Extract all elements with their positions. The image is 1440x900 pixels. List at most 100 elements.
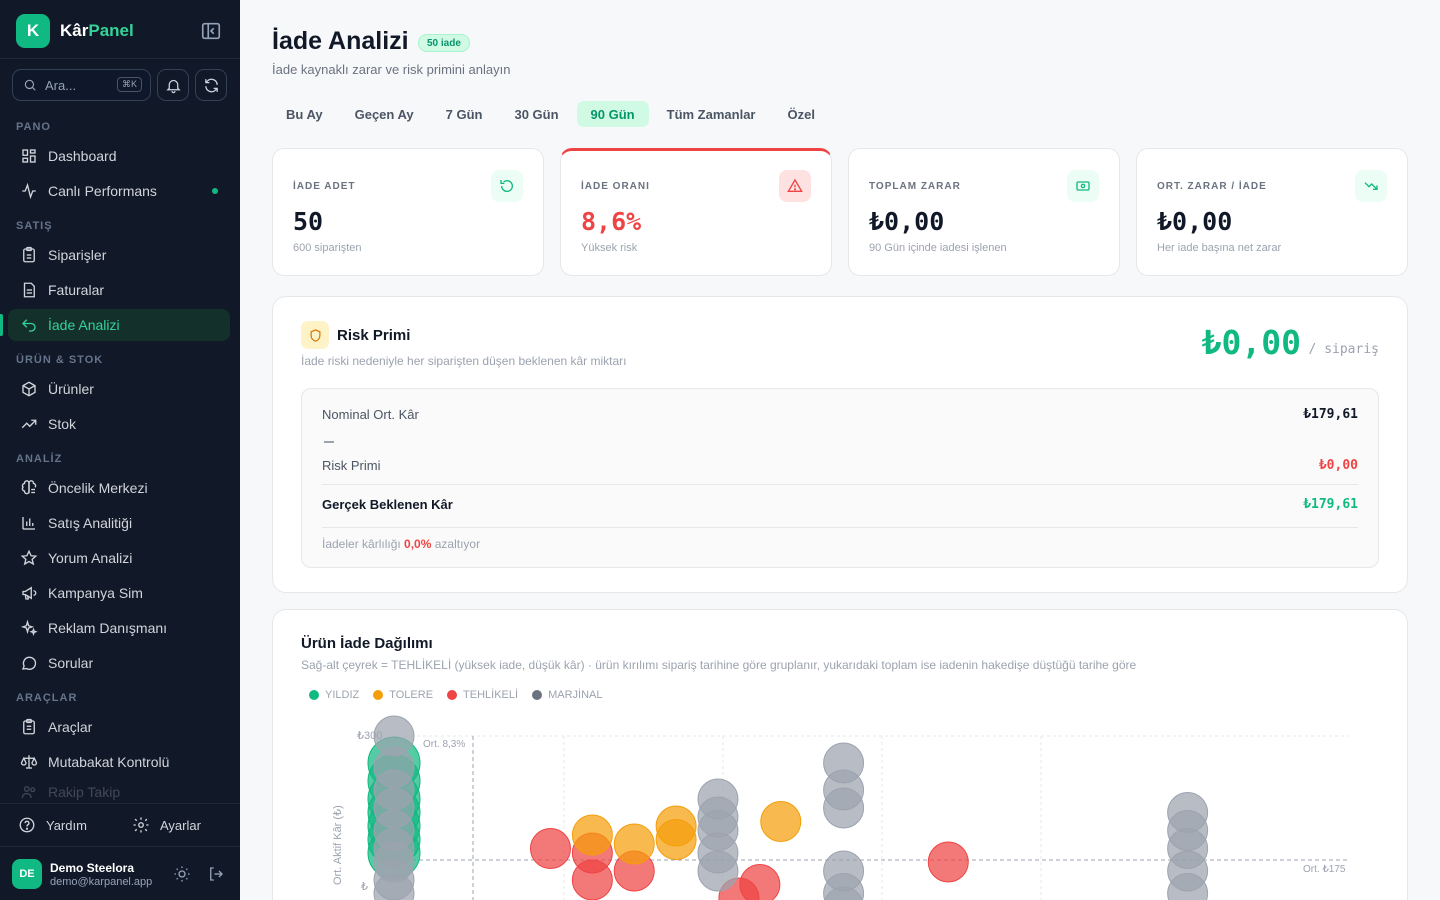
- kpi-subtext: Yüksek risk: [581, 242, 638, 254]
- tab-90-gun[interactable]: 90 Gün: [576, 101, 649, 127]
- brand-name-main: Kâr: [60, 21, 89, 40]
- tab-ozel[interactable]: Özel: [773, 101, 828, 127]
- sidebar-item-yorum-analizi[interactable]: Yorum Analizi: [8, 542, 230, 574]
- scale-icon: [20, 755, 38, 769]
- search-input[interactable]: Ara... ⌘K: [12, 69, 151, 101]
- note-value: 0,0%: [404, 537, 432, 551]
- risk-subtitle: İade riski nedeniyle her siparişten düşe…: [301, 354, 627, 368]
- ref-line-y-label: Ort. ₺175: [1303, 864, 1346, 875]
- search-icon: [24, 79, 36, 91]
- tab-7-gun[interactable]: 7 Gün: [432, 101, 497, 127]
- scatter-point[interactable]: [655, 819, 697, 860]
- note-suffix: azaltıyor: [434, 537, 481, 551]
- breakdown-divider: [322, 484, 1358, 485]
- shield-icon: [301, 321, 329, 349]
- kpi-subtext: 90 Gün içinde iadesi işlenen: [869, 242, 1007, 254]
- sidebar-item-label: Öncelik Merkezi: [48, 480, 148, 496]
- brand-name: KârPanel: [60, 21, 134, 41]
- sidebar-item-araclar[interactable]: Araçlar: [8, 711, 230, 743]
- refresh-button[interactable]: [195, 69, 227, 101]
- sidebar-item-label: Reklam Danışmanı: [48, 620, 168, 636]
- kpi-subtext: 600 siparişten: [293, 242, 362, 254]
- kpi-subtext: Her iade başına net zarar: [1157, 242, 1282, 254]
- return-distribution-card: Ürün İade Dağılımı Sağ-alt çeyrek = TEHL…: [272, 609, 1408, 900]
- user-profile: DE Demo Steelora demo@karpanel.app: [0, 846, 240, 900]
- section-label-araclar: ARAÇLAR: [16, 692, 78, 704]
- breakdown-value: ₺179,61: [1303, 407, 1358, 422]
- scatter-point[interactable]: [529, 828, 571, 869]
- help-circle-icon: [19, 817, 35, 833]
- scatter-point[interactable]: [571, 814, 613, 856]
- sidebar-item-label: Siparişler: [48, 247, 107, 263]
- section-label-pano: PANO: [16, 121, 51, 133]
- note-prefix: İadeler kârlılığı: [322, 537, 401, 551]
- megaphone-icon: [22, 586, 37, 600]
- sidebar-item-iade-analizi[interactable]: İade Analizi: [8, 309, 230, 341]
- user-name: Demo Steelora: [50, 861, 135, 875]
- sidebar-item-faturalar[interactable]: Faturalar: [8, 274, 230, 306]
- tab-30-gun[interactable]: 30 Gün: [500, 101, 572, 127]
- ref-line-x-label: Ort. 8,3%: [423, 739, 465, 750]
- sidebar-item-kampanya-sim[interactable]: Kampanya Sim: [8, 577, 230, 609]
- brand-name-accent: Panel: [88, 21, 134, 40]
- sidebar-item-oncelik-merkezi[interactable]: Öncelik Merkezi: [8, 472, 230, 504]
- scatter-point[interactable]: [613, 823, 655, 865]
- kpi-card-iade-orani: İADE ORANI 8,6% Yüksek risk: [560, 148, 832, 276]
- breakdown-value: ₺0,00: [1318, 458, 1358, 473]
- message-circle-icon: [21, 656, 37, 670]
- breakdown-divider: [322, 527, 1358, 528]
- sidebar-item-reklam-danismani[interactable]: Reklam Danışmanı: [8, 612, 230, 644]
- help-link[interactable]: Yardım: [18, 816, 87, 834]
- sidebar-item-stok[interactable]: Stok: [8, 408, 230, 440]
- sidebar-item-urunler[interactable]: Ürünler: [8, 373, 230, 405]
- sidebar: K KârPanel Ara... ⌘K PANO Dashboard Canl…: [0, 0, 240, 900]
- live-status-dot: [212, 188, 218, 194]
- tab-tum-zamanlar[interactable]: Tüm Zamanlar: [653, 101, 770, 127]
- breakdown-row-expected: Gerçek Beklenen Kâr ₺179,61: [322, 497, 1358, 512]
- sidebar-item-siparisler[interactable]: Siparişler: [8, 239, 230, 271]
- settings-label: Ayarlar: [160, 817, 201, 833]
- sidebar-item-canli-performans[interactable]: Canlı Performans: [8, 175, 230, 207]
- scatter-point[interactable]: [739, 864, 781, 900]
- kpi-card-ort-zarar: ORT. ZARAR / İADE ₺0,00 Her iade başına …: [1136, 148, 1408, 276]
- logout-icon[interactable]: [207, 865, 225, 883]
- package-icon: [22, 381, 36, 397]
- notifications-button[interactable]: [157, 69, 189, 101]
- sidebar-collapse-icon[interactable]: [200, 20, 222, 42]
- sidebar-divider: [0, 58, 240, 59]
- grid-icon: [22, 149, 36, 163]
- tab-bu-ay[interactable]: Bu Ay: [272, 101, 337, 127]
- undo-icon: [22, 319, 36, 332]
- scatter-point[interactable]: [823, 787, 865, 829]
- scatter-chart: ₺300 ₺ Ort. Aktif Kâr (₺) Ort. 8,3% Ort.…: [332, 715, 1349, 900]
- risk-premium-unit: / sipariş: [1308, 342, 1379, 357]
- scatter-point[interactable]: [927, 841, 969, 883]
- sidebar-item-sorular[interactable]: Sorular: [8, 647, 230, 679]
- settings-link[interactable]: Ayarlar: [132, 816, 201, 834]
- sidebar-item-label: Canlı Performans: [48, 183, 157, 199]
- scatter-point[interactable]: [760, 801, 802, 842]
- breakdown-row-risk: Risk Primi ₺0,00: [322, 458, 1358, 473]
- scatter-point[interactable]: [697, 850, 739, 892]
- sun-icon[interactable]: [173, 865, 191, 883]
- help-label: Yardım: [46, 817, 87, 833]
- section-label-analiz: ANALİZ: [16, 453, 63, 465]
- scatter-point[interactable]: [571, 859, 613, 900]
- avatar[interactable]: DE: [12, 859, 42, 889]
- sidebar-item-label: Faturalar: [48, 282, 105, 298]
- sidebar-item-satis-analitigi[interactable]: Satış Analitiği: [8, 507, 230, 539]
- brand[interactable]: K KârPanel: [16, 14, 134, 48]
- sidebar-item-label: Yorum Analizi: [48, 550, 133, 566]
- tab-gecen-ay[interactable]: Geçen Ay: [341, 101, 428, 127]
- sidebar-item-label: Rakip Takip: [48, 784, 121, 800]
- sidebar-item-rakip-takip[interactable]: Rakip Takip: [8, 781, 230, 803]
- sidebar-item-dashboard[interactable]: Dashboard: [8, 140, 230, 172]
- sidebar-item-label: Araçlar: [48, 719, 93, 735]
- sparkles-icon: [20, 619, 38, 636]
- minus-sign: [324, 441, 334, 443]
- sidebar-item-label: Satış Analitiği: [48, 515, 133, 531]
- section-label-urun-stok: ÜRÜN & STOK: [16, 354, 104, 366]
- bell-icon: [165, 79, 181, 93]
- breakdown-label: Gerçek Beklenen Kâr: [322, 497, 453, 512]
- sidebar-item-mutabakat-kontrolu[interactable]: Mutabakat Kontrolü: [8, 746, 230, 778]
